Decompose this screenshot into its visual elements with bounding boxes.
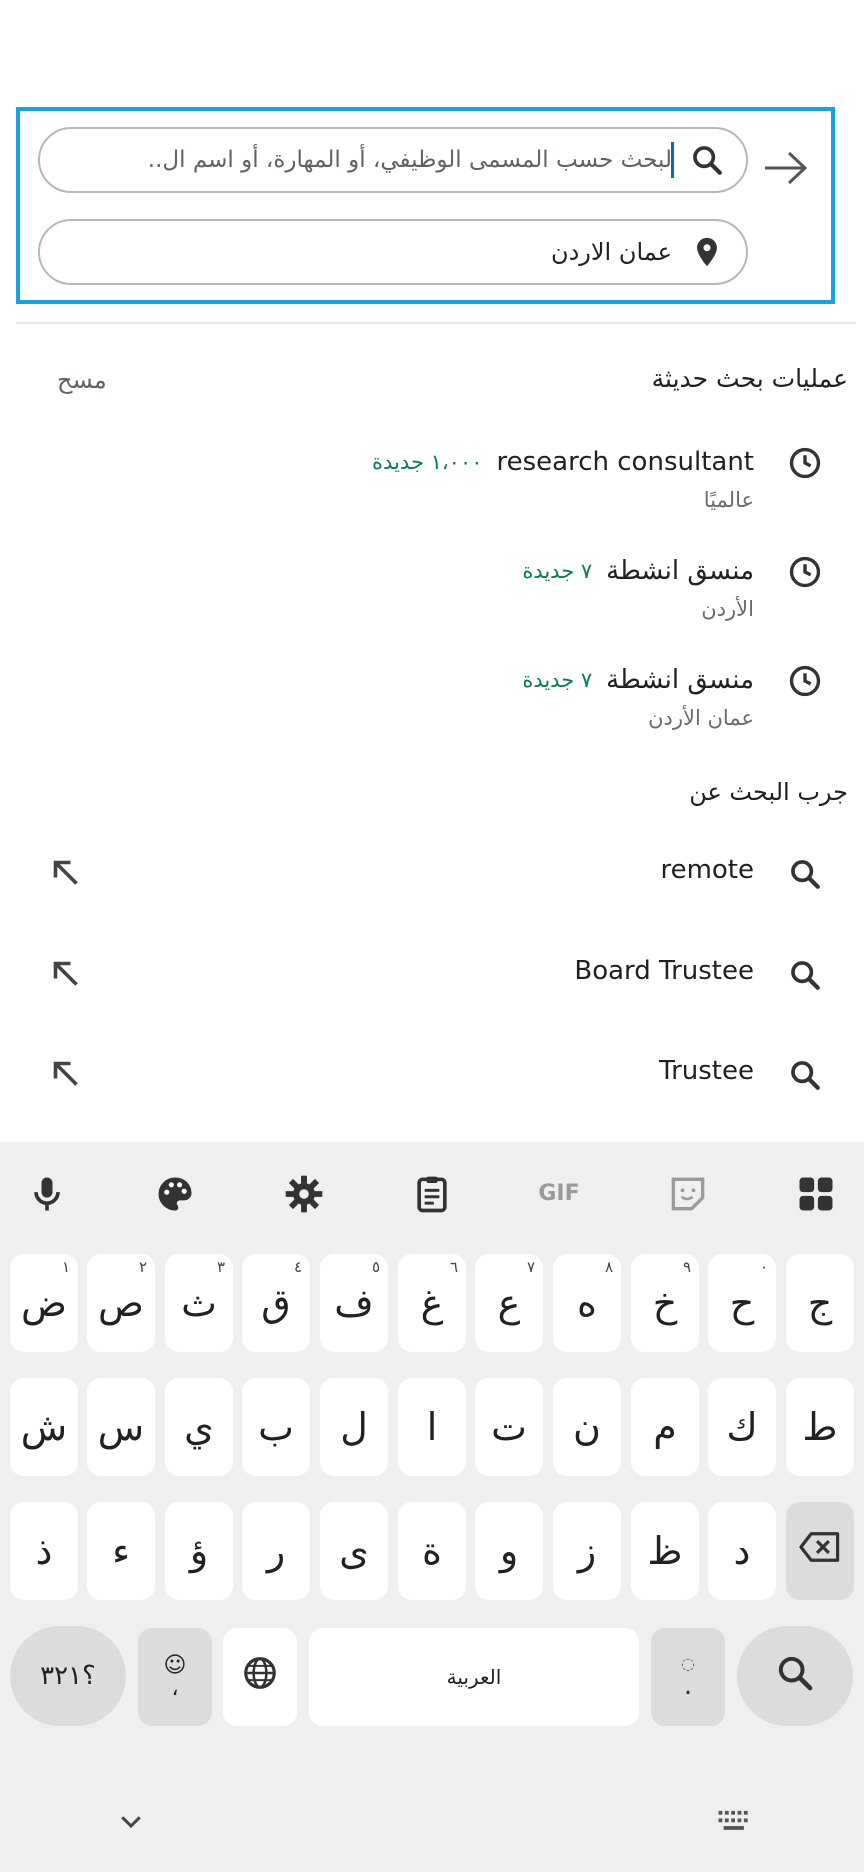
suggestion-term: remote (660, 855, 754, 885)
key[interactable]: د (708, 1502, 776, 1600)
page: لبحث حسب المسمى الوظيفي، أو المهارة، أو … (0, 0, 864, 1872)
keyboard-switch-icon[interactable] (716, 1806, 754, 1836)
recent-search-location: عالميًا (703, 488, 754, 512)
key[interactable]: ق٤ (242, 1254, 310, 1352)
recent-search-term: research consultant (496, 447, 754, 477)
clipboard-icon[interactable] (410, 1172, 454, 1216)
search-header: لبحث حسب المسمى الوظيفي، أو المهارة، أو … (16, 107, 835, 304)
key[interactable]: ك (708, 1378, 776, 1476)
key[interactable]: م (631, 1378, 699, 1476)
suggestion-item[interactable]: remote (0, 845, 864, 905)
key[interactable]: ى (320, 1502, 388, 1600)
search-icon (788, 958, 822, 992)
key[interactable]: ف٥ (320, 1254, 388, 1352)
new-jobs-count: ٧ جديدة (522, 559, 593, 583)
key[interactable]: ض١ (10, 1254, 78, 1352)
key[interactable]: ب (242, 1378, 310, 1476)
mic-icon[interactable] (25, 1172, 69, 1216)
recent-searches-title: عمليات بحث حديثة (651, 364, 848, 393)
location-search-field[interactable]: عمان الاردن (38, 219, 748, 285)
key[interactable]: ل (320, 1378, 388, 1476)
key[interactable]: ر (242, 1502, 310, 1600)
new-jobs-count: ٧ جديدة (522, 668, 593, 692)
recent-search-item[interactable]: منسق انشطة ٧ جديدة عمان الأردن (0, 658, 864, 758)
soft-keyboard: GIF ج ح٠ خ٩ ه٨ ع٧ غ٦ ف٥ ق٤ ث٣ ص٢ ض١ ط ك … (0, 1142, 864, 1872)
key[interactable]: ط (786, 1378, 854, 1476)
space-key[interactable]: العربية (309, 1628, 639, 1726)
key[interactable]: ح٠ (708, 1254, 776, 1352)
fill-query-arrow-icon[interactable] (48, 855, 84, 891)
recent-search-term: منسق انشطة (606, 556, 754, 586)
key[interactable]: ذ (10, 1502, 78, 1600)
settings-icon[interactable] (282, 1172, 326, 1216)
suggestion-item[interactable]: Trustee (0, 1046, 864, 1106)
key[interactable]: ش (10, 1378, 78, 1476)
recent-search-term: منسق انشطة (606, 665, 754, 695)
new-jobs-count: ١،٠٠٠ جديدة (372, 450, 483, 474)
key[interactable]: ظ (631, 1502, 699, 1600)
key[interactable]: ي (165, 1378, 233, 1476)
location-pin-icon (690, 235, 724, 269)
suggestions-title: جرب البحث عن (689, 778, 848, 806)
suggestion-item[interactable]: Board Trustee (0, 946, 864, 1006)
key[interactable]: ة (398, 1502, 466, 1600)
key[interactable]: و (475, 1502, 543, 1600)
fill-query-arrow-icon[interactable] (48, 956, 84, 992)
grid-icon[interactable] (794, 1172, 838, 1216)
key[interactable]: ؤ (165, 1502, 233, 1600)
recent-search-location: الأردن (701, 597, 754, 621)
keyword-search-field[interactable]: لبحث حسب المسمى الوظيفي، أو المهارة، أو … (38, 127, 748, 193)
key[interactable]: ص٢ (87, 1254, 155, 1352)
history-clock-icon (788, 664, 822, 698)
key[interactable]: ت (475, 1378, 543, 1476)
symbols-key[interactable]: ؟٣٢١ (10, 1626, 126, 1726)
recent-search-location: عمان الأردن (648, 706, 754, 730)
back-arrow-icon[interactable] (761, 143, 811, 193)
search-icon (690, 143, 724, 177)
key[interactable]: ج (786, 1254, 854, 1352)
gif-icon[interactable]: GIF (537, 1172, 581, 1216)
sticker-icon[interactable] (666, 1172, 710, 1216)
key[interactable]: خ٩ (631, 1254, 699, 1352)
backspace-key[interactable] (786, 1502, 854, 1600)
header-divider (16, 322, 856, 324)
period-key[interactable]: ◌ . (651, 1628, 725, 1726)
recent-search-item[interactable]: منسق انشطة ٧ جديدة الأردن (0, 549, 864, 649)
key[interactable]: ن (553, 1378, 621, 1476)
location-value: عمان الاردن (550, 238, 672, 266)
emoji-comma-key[interactable]: ☺ ، (138, 1628, 212, 1726)
emoji-icon: ☺ (163, 1653, 187, 1678)
history-clock-icon (788, 555, 822, 589)
key[interactable]: ع٧ (475, 1254, 543, 1352)
key[interactable]: ز (553, 1502, 621, 1600)
keyword-search-placeholder: لبحث حسب المسمى الوظيفي، أو المهارة، أو … (147, 147, 672, 173)
key[interactable]: ء (87, 1502, 155, 1600)
search-icon (788, 857, 822, 891)
hide-keyboard-chevron-icon[interactable] (116, 1806, 146, 1836)
clear-recent-button[interactable]: مسح (57, 366, 107, 394)
suggestion-term: Board Trustee (574, 956, 754, 986)
suggestion-term: Trustee (659, 1056, 754, 1086)
fill-query-arrow-icon[interactable] (48, 1056, 84, 1092)
history-clock-icon (788, 446, 822, 480)
language-key[interactable] (223, 1628, 297, 1726)
globe-icon (241, 1654, 279, 1701)
backspace-icon (798, 1529, 842, 1573)
key[interactable]: س (87, 1378, 155, 1476)
key[interactable]: ا (398, 1378, 466, 1476)
key[interactable]: ه٨ (553, 1254, 621, 1352)
search-key[interactable] (737, 1626, 853, 1726)
palette-icon[interactable] (153, 1172, 197, 1216)
search-icon (775, 1653, 815, 1700)
search-icon (788, 1058, 822, 1092)
recent-search-item[interactable]: research consultant ١،٠٠٠ جديدة عالميًا (0, 440, 864, 540)
key[interactable]: غ٦ (398, 1254, 466, 1352)
key[interactable]: ث٣ (165, 1254, 233, 1352)
